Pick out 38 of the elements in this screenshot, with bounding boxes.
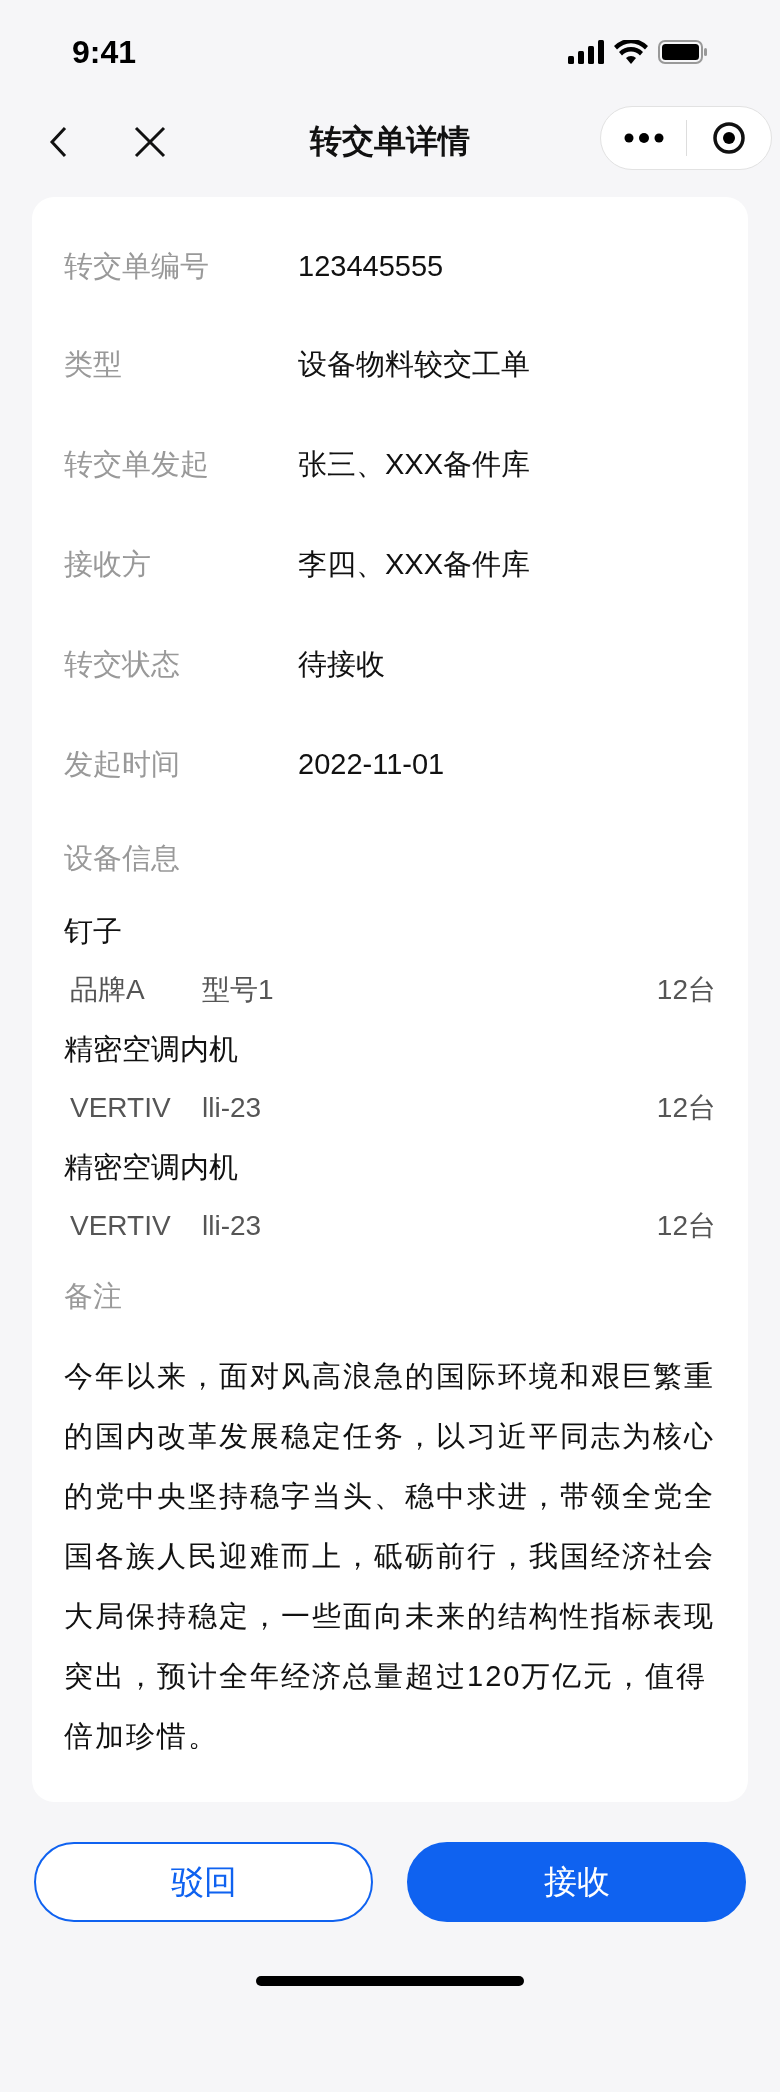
field-label: 发起时间 bbox=[64, 747, 181, 783]
equipment-name: 精密空调内机 bbox=[64, 1149, 239, 1185]
equipment-quantity: 12台 bbox=[656, 972, 716, 1007]
status-time: 9:41 bbox=[72, 33, 137, 72]
back-icon bbox=[49, 126, 67, 158]
signal-icon bbox=[568, 40, 604, 64]
field-value: 2022-11-01 bbox=[298, 747, 445, 783]
section-title: 备注 bbox=[64, 1278, 123, 1314]
remarks-text: 今年以来，面对风高浪急的国际环境和艰巨繁重的国内改革发展稳定任务，以习近平同志为核心的党中央坚持稳字当头、稳中求进，带领全党全国各族人民迎难而上，砥砺前行，我国经济社会大局保持稳定，一些面向未来的结构性指标表现突出，预计全年经济总量超过120万亿元，值得倍加珍惜。 bbox=[64, 1359, 716, 1754]
equipment-model: lli-23 bbox=[202, 1090, 263, 1125]
field-label: 转交状态 bbox=[64, 647, 181, 683]
field-value: 设备物料较交工单 bbox=[298, 347, 530, 383]
field-label: 转交单编号 bbox=[64, 249, 210, 285]
equipment-model: 型号1 bbox=[202, 972, 275, 1007]
wifi-icon bbox=[614, 40, 648, 64]
field-value: 123445555 bbox=[298, 249, 444, 285]
field-label: 转交单发起 bbox=[64, 447, 210, 483]
battery-icon bbox=[658, 40, 708, 64]
field-value: 张三、XXX备件库 bbox=[298, 447, 531, 483]
field-label: 接收方 bbox=[64, 547, 152, 583]
equipment-brand: 品牌A bbox=[70, 972, 146, 1007]
target-icon bbox=[712, 121, 746, 155]
equipment-model: lli-23 bbox=[202, 1208, 263, 1243]
field-value: 待接收 bbox=[298, 647, 385, 683]
accept-button[interactable]: 接收 bbox=[407, 1842, 746, 1922]
field-label: 类型 bbox=[64, 347, 123, 383]
equipment-name: 钉子 bbox=[64, 913, 123, 949]
equipment-name: 精密空调内机 bbox=[64, 1031, 239, 1067]
equipment-brand: VERTIV bbox=[70, 1090, 172, 1125]
field-value: 李四、XXX备件库 bbox=[298, 547, 531, 583]
more-icon bbox=[623, 133, 664, 143]
equipment-quantity: 12台 bbox=[656, 1208, 716, 1243]
page-title: 转交单详情 bbox=[310, 122, 470, 161]
equipment-brand: VERTIV bbox=[70, 1208, 172, 1243]
equipment-quantity: 12台 bbox=[656, 1090, 716, 1125]
close-icon bbox=[134, 126, 166, 158]
reject-button[interactable]: 驳回 bbox=[34, 1842, 373, 1922]
section-title: 设备信息 bbox=[64, 841, 181, 876]
